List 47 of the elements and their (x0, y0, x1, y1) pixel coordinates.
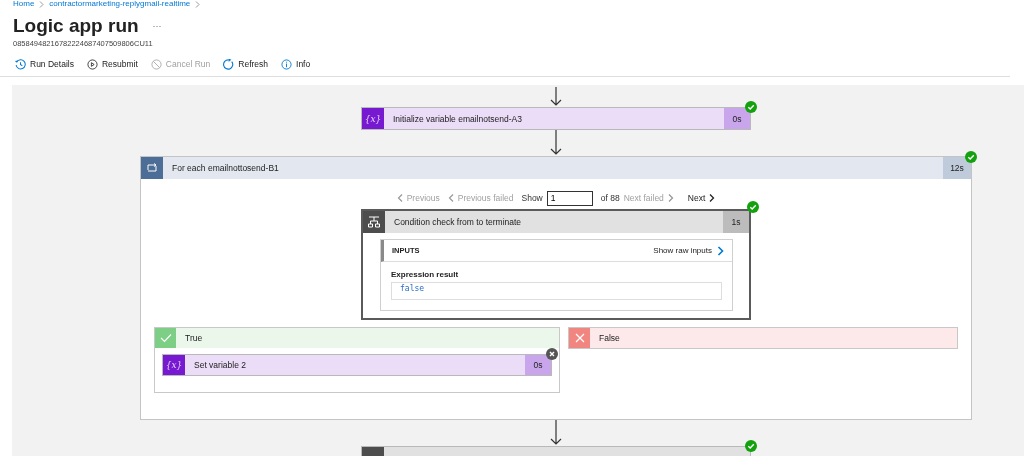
branch-title: True (184, 332, 203, 345)
chevron-right-icon (717, 245, 724, 256)
info-icon (281, 58, 293, 70)
variable-icon: {x} (362, 108, 384, 129)
chevron-right-icon (667, 194, 674, 202)
condition-icon (363, 211, 385, 233)
chevron-left-icon (447, 194, 454, 202)
next-button[interactable]: Next (687, 193, 716, 203)
show-raw-inputs-link[interactable]: Show raw inputs (653, 245, 724, 256)
duration-label: 0s (525, 355, 551, 375)
toolbar-button[interactable]: Info (279, 58, 313, 70)
refresh-icon (223, 58, 235, 70)
toolbar-button[interactable]: Run Details (13, 58, 76, 70)
check-icon (155, 328, 176, 348)
chevron-right-icon (39, 0, 45, 8)
loop-title: For each emailnottosend-B1 (171, 162, 280, 175)
branch-title: False (598, 332, 620, 345)
chevron-right-icon (709, 194, 716, 202)
duration-label: 1s (723, 211, 749, 233)
down-arrow (550, 87, 562, 107)
down-arrow (550, 420, 562, 446)
chevron-right-icon (195, 0, 201, 8)
close-icon (569, 328, 590, 348)
breadcrumb-link[interactable]: contractormarketing-replygmail-realtime (49, 0, 191, 8)
history-icon (15, 58, 26, 70)
step-title: Set variable 2 (193, 359, 247, 372)
step-card[interactable]: {x} Initialize variable emailnotsend-A3 0s (361, 107, 751, 130)
iteration-input[interactable]: 1 (546, 190, 593, 206)
page-title: Logic app run (13, 15, 139, 37)
down-arrow (550, 130, 562, 156)
expression-result-field: false (391, 282, 722, 300)
step-title: Initialize variable emailnotsend-A3 (392, 112, 523, 126)
show-label: Show (521, 193, 543, 203)
play-circle-icon (86, 58, 98, 70)
variable-icon: {x} (163, 355, 185, 375)
prohibited-icon (150, 58, 162, 70)
toolbar-button[interactable]: Resubmit (84, 58, 140, 70)
duration-label: 12s (943, 157, 971, 179)
step-card[interactable]: {x} Set variable 2 0s (162, 354, 552, 376)
duration-label: 0s (724, 108, 750, 129)
iteration-count: of 88 (600, 193, 620, 203)
field-label: Expression result (391, 270, 460, 279)
chevron-left-icon (396, 194, 403, 202)
breadcrumb-link[interactable]: Home (13, 0, 35, 8)
more-menu[interactable]: ··· (152, 21, 162, 31)
toolbar-button[interactable]: Refresh (221, 58, 271, 70)
step-title: Condition check from to terminate (393, 216, 523, 229)
